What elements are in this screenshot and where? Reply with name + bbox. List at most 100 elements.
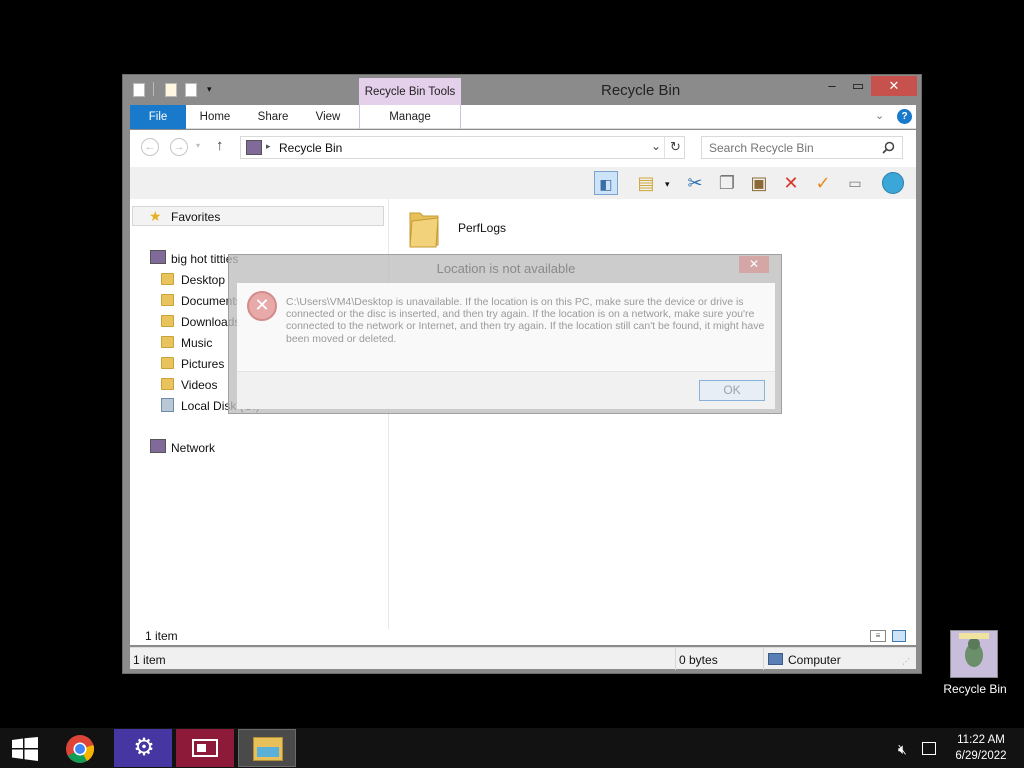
paste-icon[interactable]: ▣ xyxy=(747,171,771,195)
context-tab-recycle-bin-tools: Recycle Bin Tools xyxy=(359,78,461,106)
dialog-title: Location is not available xyxy=(436,261,576,276)
cut-icon[interactable]: ✂ xyxy=(683,171,707,195)
search-box[interactable] xyxy=(701,136,903,159)
forward-icon[interactable]: → xyxy=(170,138,188,156)
clock[interactable]: 11:22 AM 6/29/2022 xyxy=(948,732,1014,764)
star-icon: ★ xyxy=(149,208,162,224)
start-button[interactable] xyxy=(0,729,58,767)
up-icon[interactable]: ↑ xyxy=(216,137,224,154)
desktop-folder-icon xyxy=(161,273,174,285)
tab-view[interactable]: View xyxy=(308,105,348,129)
search-icon[interactable] xyxy=(882,141,895,154)
close-icon[interactable]: ✕ xyxy=(871,76,917,96)
list-item[interactable]: PerfLogs xyxy=(392,199,592,255)
windows-icon xyxy=(12,737,38,761)
status-size: 0 bytes xyxy=(679,653,718,667)
status-bar: 1 item 0 bytes Computer ⋰ xyxy=(130,647,916,670)
sidebar-item-videos[interactable]: Videos xyxy=(181,378,217,392)
item-count-bar: 1 item ≡ xyxy=(130,629,916,645)
select-folder-icon[interactable]: ▤ xyxy=(634,171,658,195)
taskbar-settings[interactable]: ⚙ xyxy=(114,729,172,767)
tab-file[interactable]: File xyxy=(130,105,186,129)
minimize-icon[interactable]: – xyxy=(819,77,845,97)
ribbon-tabs: File Home Share View Manage ⌄ ? xyxy=(130,105,916,129)
documents-folder-icon xyxy=(161,294,174,306)
chrome-icon xyxy=(66,735,95,763)
qat-customize-icon[interactable]: ▾ xyxy=(207,84,212,95)
local-disk-icon xyxy=(161,398,174,412)
window-title: Recycle Bin xyxy=(601,82,681,99)
search-input[interactable] xyxy=(709,140,879,155)
large-icons-view-icon[interactable] xyxy=(892,630,906,642)
title-bar[interactable]: ▾ Recycle Bin Tools Recycle Bin – ▭ ✕ xyxy=(123,75,921,106)
error-icon: ✕ xyxy=(247,291,277,321)
status-divider xyxy=(675,648,676,670)
sidebar-item-desktop[interactable]: Desktop xyxy=(181,273,225,287)
breadcrumb[interactable]: Recycle Bin xyxy=(279,141,342,155)
file-name: PerfLogs xyxy=(458,221,507,235)
clock-date: 6/29/2022 xyxy=(955,750,1007,762)
computer-zone-icon xyxy=(768,653,783,665)
sidebar-item-favorites[interactable]: ★ Favorites xyxy=(132,206,384,226)
resize-grip-icon[interactable]: ⋰ xyxy=(902,657,910,666)
recycle-bin-small-icon xyxy=(246,140,262,155)
breadcrumb-chevron-icon[interactable]: ▸ xyxy=(266,141,271,152)
rename-check-icon[interactable]: ✓ xyxy=(811,171,835,195)
downloads-folder-icon xyxy=(161,315,174,327)
qat-separator xyxy=(153,82,154,96)
folder-icon xyxy=(409,212,439,248)
maximize-icon[interactable]: ▭ xyxy=(845,77,871,97)
videos-folder-icon xyxy=(161,378,174,390)
delete-icon[interactable]: ✕ xyxy=(779,171,803,195)
address-dropdown-icon[interactable]: ⌄ xyxy=(651,139,661,153)
sidebar-item-music[interactable]: Music xyxy=(181,336,212,350)
copy-icon[interactable]: ❐ xyxy=(715,171,739,195)
network-tray-icon[interactable] xyxy=(922,742,936,755)
dialog-message: C:\Users\VM4\Desktop is unavailable. If … xyxy=(286,296,765,345)
taskbar: ⚙ 🔇︎ 11:22 AM 6/29/2022 xyxy=(0,728,1024,768)
music-folder-icon xyxy=(161,336,174,348)
computer-icon xyxy=(150,250,166,264)
properties-icon[interactable] xyxy=(133,83,145,97)
taskbar-news[interactable] xyxy=(176,729,234,767)
item-count: 1 item xyxy=(145,629,178,643)
taskbar-chrome[interactable] xyxy=(52,729,110,767)
refresh-icon[interactable]: ↻ xyxy=(670,139,681,155)
pictures-folder-icon xyxy=(161,357,174,369)
gear-icon: ⚙ xyxy=(133,734,155,761)
status-divider xyxy=(763,648,764,670)
rename-icon[interactable] xyxy=(185,83,197,97)
ok-button[interactable]: OK xyxy=(699,380,765,401)
sidebar-item-network[interactable]: Network xyxy=(171,441,215,455)
back-icon[interactable]: ← xyxy=(141,138,159,156)
tab-share[interactable]: Share xyxy=(250,105,296,129)
tab-home[interactable]: Home xyxy=(192,105,238,129)
quick-toolbar: ◧ ▤ ▾ ✂ ❐ ▣ ✕ ✓ ▭ xyxy=(130,167,916,199)
dialog-button-row: OK xyxy=(237,371,775,409)
address-divider xyxy=(664,137,665,158)
properties-toolbar-icon[interactable]: ▭ xyxy=(843,171,867,195)
dialog-body: ✕ C:\Users\VM4\Desktop is unavailable. I… xyxy=(237,283,775,409)
navigation-pane-icon[interactable]: ◧ xyxy=(594,171,618,195)
recent-locations-icon[interactable]: ▾ xyxy=(196,141,200,150)
details-view-icon[interactable]: ≡ xyxy=(870,630,886,642)
desktop-icon-label: Recycle Bin xyxy=(943,682,1007,696)
file-explorer-icon xyxy=(253,737,283,761)
sidebar-item-label: Favorites xyxy=(171,210,221,224)
status-zone: Computer xyxy=(788,653,841,667)
globe-icon[interactable] xyxy=(881,171,905,195)
tab-manage[interactable]: Manage xyxy=(359,105,461,129)
volume-muted-icon[interactable]: 🔇︎ xyxy=(898,741,907,758)
new-folder-icon[interactable] xyxy=(165,83,177,97)
status-items: 1 item xyxy=(133,653,166,667)
desktop-icon-recycle-bin[interactable]: Recycle Bin xyxy=(942,628,1008,698)
sidebar-item-pictures[interactable]: Pictures xyxy=(181,357,224,371)
taskbar-file-explorer[interactable] xyxy=(238,729,296,767)
help-icon[interactable]: ? xyxy=(897,109,912,124)
address-bar[interactable]: ▸ Recycle Bin ⌄ ↻ xyxy=(240,136,685,159)
news-icon xyxy=(192,739,218,757)
error-dialog: Location is not available ✕ ✕ C:\Users\V… xyxy=(228,254,782,414)
dialog-close-icon[interactable]: ✕ xyxy=(739,256,769,273)
select-dropdown-icon[interactable]: ▾ xyxy=(665,179,670,190)
expand-ribbon-icon[interactable]: ⌄ xyxy=(875,109,884,122)
